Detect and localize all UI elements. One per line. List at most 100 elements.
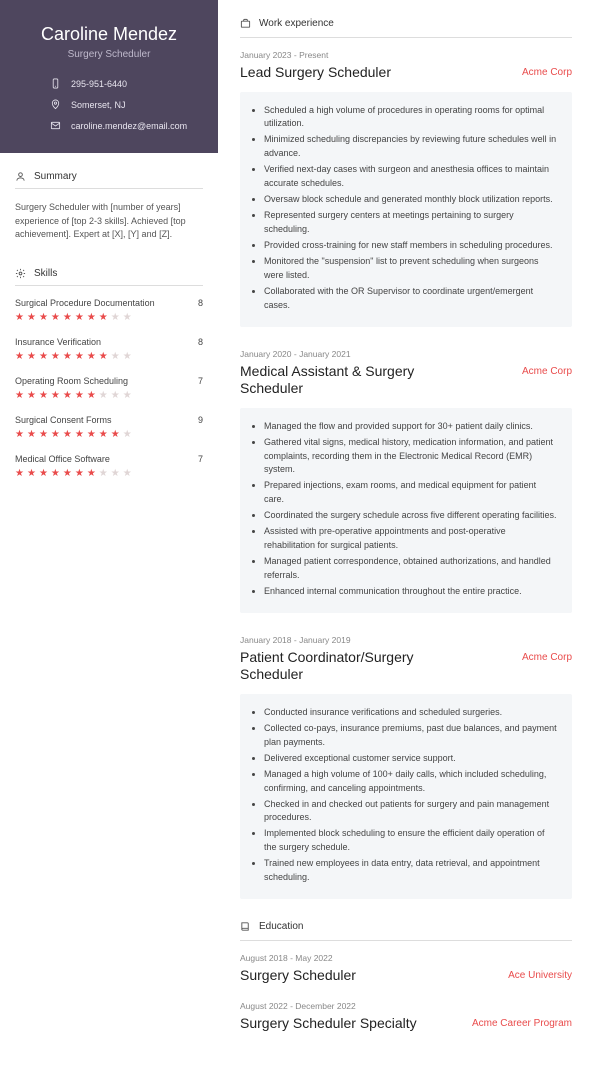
edu-school: Acme Career Program [472, 1018, 572, 1029]
job-bullet: Conducted insurance verifications and sc… [264, 706, 558, 720]
education-item: August 2022 - December 2022Surgery Sched… [240, 1001, 572, 1031]
job-company: Acme Corp [522, 652, 572, 663]
star-icon: ★ [15, 429, 24, 440]
sidebar: Caroline Mendez Surgery Scheduler 295-95… [0, 0, 218, 1067]
star-icon: ★ [51, 351, 60, 362]
skill-name: Surgical Consent Forms [15, 415, 112, 425]
star-icon: ★ [75, 312, 84, 323]
briefcase-icon [240, 18, 251, 29]
skill-item: Medical Office Software7★★★★★★★★★★ [15, 454, 203, 479]
star-icon: ★ [39, 390, 48, 401]
star-icon: ★ [99, 468, 108, 479]
star-icon: ★ [123, 390, 132, 401]
divider [240, 940, 572, 941]
star-icon: ★ [39, 468, 48, 479]
divider [15, 188, 203, 189]
skill-score: 7 [198, 454, 203, 464]
job-bullet: Managed patient correspondence, obtained… [264, 555, 558, 583]
job-bullet: Prepared injections, exam rooms, and med… [264, 479, 558, 507]
job-bullet: Checked in and checked out patients for … [264, 798, 558, 826]
star-icon: ★ [75, 429, 84, 440]
person-name: Caroline Mendez [18, 24, 200, 45]
job-dates: January 2018 - January 2019 [240, 635, 572, 645]
skills-list: Surgical Procedure Documentation8★★★★★★★… [15, 298, 203, 479]
star-icon: ★ [87, 468, 96, 479]
job-bullet: Collected co-pays, insurance premiums, p… [264, 722, 558, 750]
skill-item: Surgical Procedure Documentation8★★★★★★★… [15, 298, 203, 323]
job-bullet: Represented surgery centers at meetings … [264, 209, 558, 237]
star-rating: ★★★★★★★★★★ [15, 390, 203, 401]
star-icon: ★ [63, 468, 72, 479]
job-dates: January 2020 - January 2021 [240, 349, 572, 359]
job-company: Acme Corp [522, 67, 572, 78]
skill-item: Operating Room Scheduling7★★★★★★★★★★ [15, 376, 203, 401]
location-icon [50, 99, 61, 110]
star-icon: ★ [27, 351, 36, 362]
star-icon: ★ [63, 429, 72, 440]
job-bullet: Provided cross-training for new staff me… [264, 239, 558, 253]
main-content: Work experience January 2023 - Present Le… [218, 0, 594, 1067]
job-title: Patient Coordinator/Surgery Scheduler [240, 649, 450, 684]
star-icon: ★ [39, 429, 48, 440]
person-title: Surgery Scheduler [18, 49, 200, 60]
book-icon [240, 921, 251, 932]
job-item: January 2020 - January 2021Medical Assis… [240, 349, 572, 613]
resume-page: Caroline Mendez Surgery Scheduler 295-95… [0, 0, 594, 1067]
job-bullet: Managed the flow and provided support fo… [264, 420, 558, 434]
star-icon: ★ [15, 390, 24, 401]
star-icon: ★ [39, 312, 48, 323]
job-bullets: Scheduled a high volume of procedures in… [240, 92, 572, 327]
skill-score: 8 [198, 298, 203, 308]
star-rating: ★★★★★★★★★★ [15, 312, 203, 323]
star-icon: ★ [99, 429, 108, 440]
star-icon: ★ [15, 312, 24, 323]
star-rating: ★★★★★★★★★★ [15, 429, 203, 440]
contact-value: caroline.mendez@email.com [71, 121, 187, 131]
job-bullet: Delivered exceptional customer service s… [264, 752, 558, 766]
edu-dates: August 2018 - May 2022 [240, 953, 572, 963]
job-bullet: Coordinated the surgery schedule across … [264, 509, 558, 523]
contact-list: 295-951-6440Somerset, NJcaroline.mendez@… [18, 78, 200, 131]
star-icon: ★ [123, 429, 132, 440]
skill-item: Surgical Consent Forms9★★★★★★★★★★ [15, 415, 203, 440]
job-bullet: Monitored the "suspension" list to preve… [264, 255, 558, 283]
star-icon: ★ [15, 351, 24, 362]
star-icon: ★ [75, 351, 84, 362]
divider [240, 37, 572, 38]
star-icon: ★ [123, 468, 132, 479]
skill-score: 9 [198, 415, 203, 425]
star-icon: ★ [87, 312, 96, 323]
skill-score: 8 [198, 337, 203, 347]
job-bullets: Managed the flow and provided support fo… [240, 408, 572, 613]
star-icon: ★ [87, 429, 96, 440]
skill-name: Surgical Procedure Documentation [15, 298, 155, 308]
edu-school: Ace University [508, 970, 572, 981]
star-icon: ★ [111, 429, 120, 440]
star-rating: ★★★★★★★★★★ [15, 351, 203, 362]
star-icon: ★ [99, 351, 108, 362]
job-bullet: Implemented block scheduling to ensure t… [264, 827, 558, 855]
job-title: Lead Surgery Scheduler [240, 64, 391, 82]
star-icon: ★ [111, 468, 120, 479]
gear-icon [15, 268, 26, 279]
star-icon: ★ [51, 390, 60, 401]
star-icon: ★ [39, 351, 48, 362]
education-heading-text: Education [259, 921, 303, 932]
job-bullet: Trained new employees in data entry, dat… [264, 857, 558, 885]
job-bullet: Verified next-day cases with surgeon and… [264, 163, 558, 191]
work-heading: Work experience [240, 18, 572, 29]
skill-name: Operating Room Scheduling [15, 376, 128, 386]
job-bullet: Minimized scheduling discrepancies by re… [264, 133, 558, 161]
contact-value: 295-951-6440 [71, 79, 127, 89]
job-bullet: Gathered vital signs, medical history, m… [264, 436, 558, 478]
skills-heading-text: Skills [34, 268, 57, 279]
job-dates: January 2023 - Present [240, 50, 572, 60]
star-icon: ★ [111, 312, 120, 323]
edu-dates: August 2022 - December 2022 [240, 1001, 572, 1011]
star-icon: ★ [27, 468, 36, 479]
skill-item: Insurance Verification8★★★★★★★★★★ [15, 337, 203, 362]
star-icon: ★ [51, 468, 60, 479]
star-icon: ★ [51, 429, 60, 440]
star-icon: ★ [99, 312, 108, 323]
star-icon: ★ [27, 429, 36, 440]
